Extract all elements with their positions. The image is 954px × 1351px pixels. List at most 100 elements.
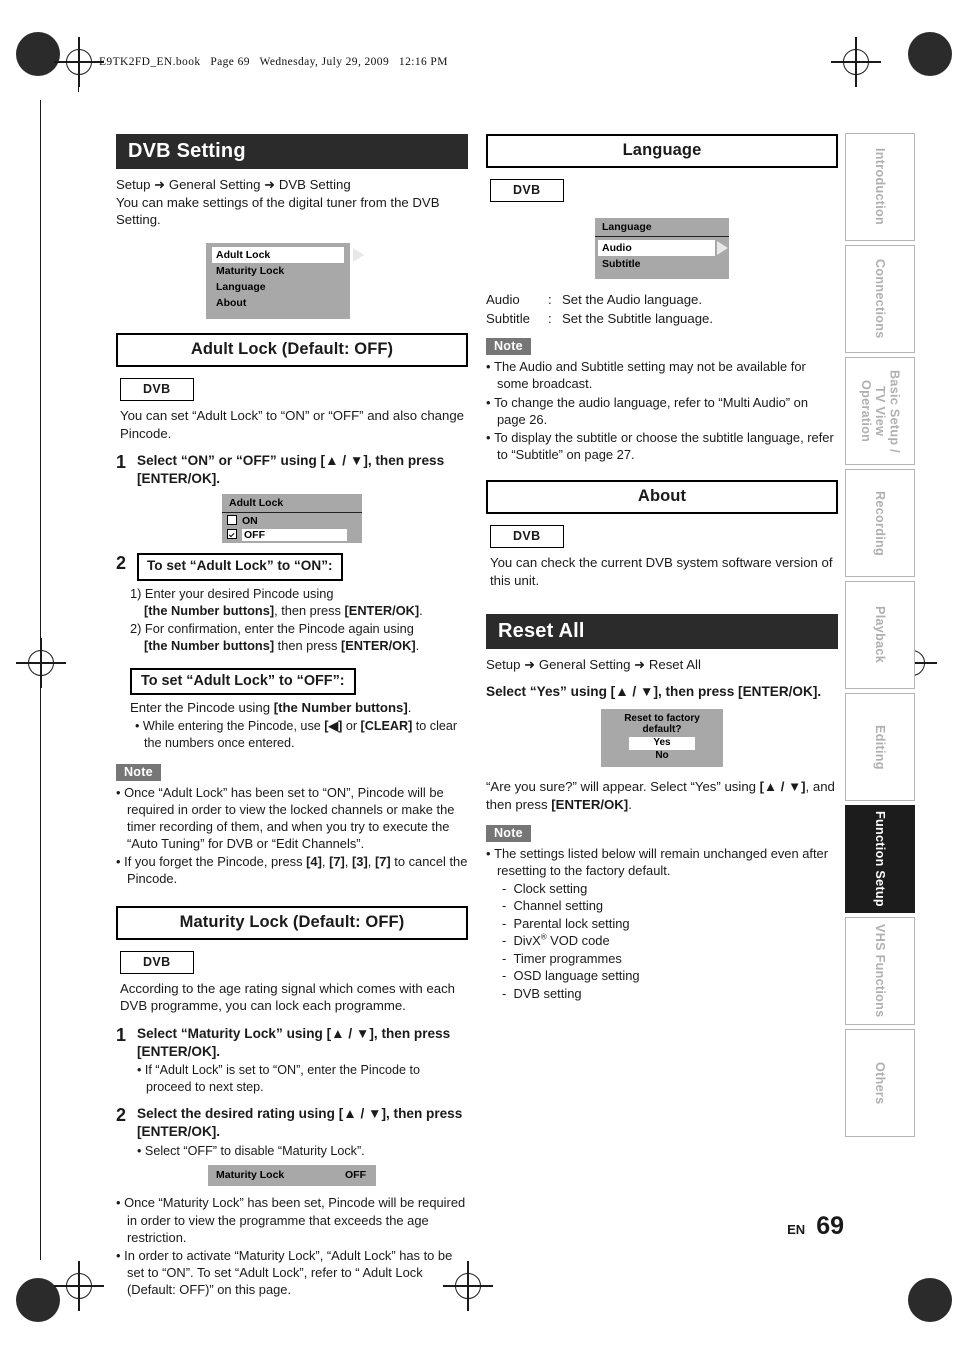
adult-lock-step-1: 1 Select “ON” or “OFF” using [▲ / ▼], th… bbox=[116, 452, 468, 487]
osd-dialog-option-no[interactable]: No bbox=[629, 750, 695, 763]
left-column: DVB Setting Setup ➜ General Setting ➜ DV… bbox=[116, 134, 468, 1299]
note-item: To change the audio language, refer to “… bbox=[486, 394, 838, 428]
side-tab-others[interactable]: Others bbox=[845, 1029, 915, 1137]
osd-menu-row-adult-lock[interactable]: Adult Lock bbox=[212, 246, 364, 263]
note-list-language: The Audio and Subtitle setting may not b… bbox=[486, 358, 838, 463]
side-tab-label: Others bbox=[873, 1061, 888, 1105]
badge-dvb-about: DVB bbox=[490, 525, 564, 549]
list-item: Timer programmes bbox=[502, 950, 838, 967]
list-item: Parental lock setting bbox=[502, 915, 838, 932]
badge-dvb-maturity-lock: DVB bbox=[120, 950, 194, 974]
note-label-language: Note bbox=[486, 338, 531, 356]
osd-option-on[interactable]: ON bbox=[222, 513, 362, 528]
note-item: Once “Adult Lock” has been set to “ON”, … bbox=[116, 784, 468, 853]
osd-dvb-setting-wrap: Adult Lock Maturity Lock Language About bbox=[116, 242, 468, 319]
osd-maturity-lock-bar[interactable]: Maturity Lock OFF bbox=[208, 1165, 376, 1187]
osd-adult-lock-dialog[interactable]: Adult Lock ON OFF bbox=[222, 493, 362, 543]
list-item: DVB setting bbox=[502, 985, 838, 1002]
side-tab-recording[interactable]: Recording bbox=[845, 469, 915, 577]
maturity-lock-step-1: 1 Select “Maturity Lock” using [▲ / ▼], … bbox=[116, 1025, 468, 1060]
osd-menu-label: Language bbox=[216, 280, 266, 293]
side-tab-label: Playback bbox=[873, 606, 888, 664]
osd-language-menu[interactable]: Language Audio Subtitle bbox=[595, 218, 729, 279]
note-item: The Audio and Subtitle setting may not b… bbox=[486, 358, 838, 392]
substep-2: 2) For confirmation, enter the Pincode a… bbox=[130, 620, 468, 654]
def-sep: : bbox=[548, 292, 552, 307]
def-desc: Set the Audio language. bbox=[562, 292, 703, 307]
reset-all-after-text: “Are you sure?” will appear. Select “Yes… bbox=[486, 779, 835, 813]
reset-all-unchanged-list: Clock setting Channel setting Parental l… bbox=[502, 880, 838, 1002]
adult-lock-off-bullet: • While entering the Pincode, use [◀] or… bbox=[135, 719, 458, 750]
side-tab-label: Editing bbox=[873, 724, 888, 770]
osd-reset-dialog-wrap: Reset to factory default? Yes No bbox=[486, 709, 838, 768]
side-tab-basic-setup[interactable]: Basic Setup / TV View Operation bbox=[845, 357, 915, 465]
osd-menu-row-about[interactable]: About bbox=[206, 295, 350, 319]
osd-menu-label: About bbox=[216, 296, 247, 309]
osd-bar-label: Maturity Lock bbox=[216, 1169, 285, 1182]
language-def-subtitle: Subtitle : Set the Subtitle language. bbox=[486, 309, 838, 328]
maturity-lock-step-2-bullet: • Select “OFF” to disable “Maturity Lock… bbox=[137, 1143, 365, 1158]
maturity-lock-bullets: Once “Maturity Lock” has been set, Pinco… bbox=[116, 1194, 468, 1298]
book-header-line: E9TK2FD_EN.book Page 69 Wednesday, July … bbox=[99, 56, 448, 68]
osd-dialog-option-yes[interactable]: Yes bbox=[629, 737, 695, 750]
adult-lock-substeps: 1) Enter your desired Pincode using [the… bbox=[116, 585, 468, 654]
osd-title: Language bbox=[595, 218, 729, 237]
side-tab-playback[interactable]: Playback bbox=[845, 581, 915, 689]
note-label-adult-lock: Note bbox=[116, 763, 161, 781]
side-tab-vhs-functions[interactable]: VHS Functions bbox=[845, 917, 915, 1025]
step-text: Select “ON” or “OFF” using [▲ / ▼], then… bbox=[137, 453, 445, 486]
side-tab-label: Basic Setup / TV View Operation bbox=[858, 369, 902, 453]
language-def-audio: Audio : Set the Audio language. bbox=[486, 290, 838, 309]
osd-menu-row-language[interactable]: Language bbox=[206, 279, 350, 295]
def-desc: Set the Subtitle language. bbox=[562, 311, 714, 327]
note-label-reset-all: Note bbox=[486, 824, 531, 842]
bullet-text: While entering the Pincode, use [◀] or [… bbox=[142, 719, 458, 750]
osd-menu-label: Audio bbox=[602, 242, 632, 254]
checkbox-checked-icon[interactable] bbox=[227, 528, 237, 539]
substep-1-line-b: [the Number buttons], then press [ENTER/… bbox=[144, 602, 423, 618]
badge-dvb-language: DVB bbox=[490, 179, 564, 202]
adult-lock-intro: You can set “Adult Lock” to “ON” or “OFF… bbox=[120, 407, 465, 441]
side-tab-function-setup[interactable]: Function Setup bbox=[845, 805, 915, 913]
list-item: Clock setting bbox=[502, 880, 838, 897]
osd-dvb-setting-menu[interactable]: Adult Lock Maturity Lock Language About bbox=[206, 242, 364, 319]
right-column: Language DVB Language Audio Subtitle Aud… bbox=[486, 134, 838, 1002]
osd-menu-label: Maturity Lock bbox=[216, 264, 285, 277]
osd-menu-row-maturity-lock[interactable]: Maturity Lock bbox=[206, 263, 350, 279]
osd-maturity-lock-wrap: Maturity Lock OFF bbox=[116, 1165, 468, 1187]
step-number: 2 bbox=[116, 552, 127, 573]
step-number: 1 bbox=[116, 1024, 127, 1045]
subsection-title-adult-lock: Adult Lock (Default: OFF) bbox=[116, 332, 468, 367]
osd-menu-label: Subtitle bbox=[602, 258, 641, 270]
side-tab-label: VHS Functions bbox=[873, 924, 888, 1018]
osd-menu-row-subtitle[interactable]: Subtitle bbox=[595, 256, 729, 279]
note-list-reset-all: The settings listed below will remain un… bbox=[486, 845, 838, 879]
step-number: 2 bbox=[116, 1105, 127, 1126]
side-tab-connections[interactable]: Connections bbox=[845, 245, 915, 353]
note-item: If you forget the Pincode, press [4], [7… bbox=[116, 853, 468, 887]
substep-2-line-b: [the Number buttons] then press [ENTER/O… bbox=[144, 637, 420, 653]
side-tab-introduction[interactable]: Introduction bbox=[845, 133, 915, 241]
note-item: In order to activate “Maturity Lock”, “A… bbox=[116, 1247, 468, 1298]
adult-lock-off-line: Enter the Pincode using [the Number butt… bbox=[130, 699, 412, 715]
osd-option-off[interactable]: OFF bbox=[222, 528, 362, 543]
osd-language-wrap: Language Audio Subtitle bbox=[486, 218, 838, 279]
bullet-text: Select “OFF” to disable “Maturity Lock”. bbox=[144, 1143, 365, 1158]
subsection-title-language: Language bbox=[486, 134, 838, 168]
step-number: 1 bbox=[116, 452, 127, 473]
bullet-text: If “Adult Lock” is set to “ON”, enter th… bbox=[144, 1063, 421, 1094]
osd-menu-row-audio[interactable]: Audio bbox=[598, 240, 728, 256]
adult-lock-step-2: 2 To set “Adult Lock” to “ON”: bbox=[116, 552, 468, 581]
trim-line-top bbox=[78, 62, 80, 92]
checkbox-unchecked-icon[interactable] bbox=[227, 514, 237, 525]
side-tab-editing[interactable]: Editing bbox=[845, 693, 915, 801]
note-list-adult-lock: Once “Adult Lock” has been set to “ON”, … bbox=[116, 784, 468, 888]
osd-option-label: ON bbox=[242, 514, 258, 527]
osd-option-label: OFF bbox=[242, 528, 347, 541]
chevron-right-icon bbox=[353, 247, 364, 262]
osd-reset-dialog[interactable]: Reset to factory default? Yes No bbox=[601, 709, 723, 768]
chevron-right-icon bbox=[717, 241, 728, 255]
registration-mark-top-right bbox=[908, 32, 952, 76]
subsection-title-about: About bbox=[486, 480, 838, 515]
side-tab-label: Function Setup bbox=[873, 811, 888, 907]
